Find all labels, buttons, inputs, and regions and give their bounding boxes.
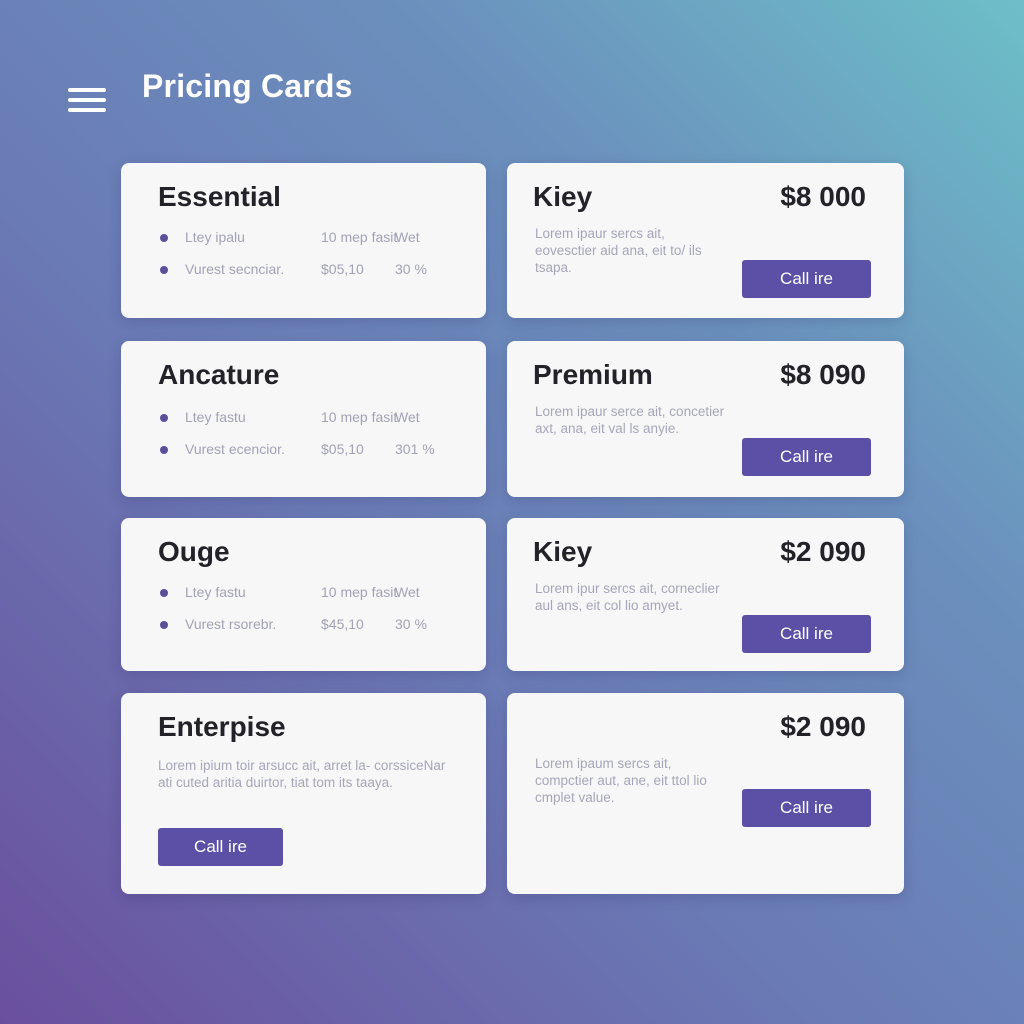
feature-value: $05,10: [321, 261, 364, 277]
menu-line: [68, 108, 106, 112]
feature-value: 10 mep fasit: [321, 229, 398, 245]
bullet-dot-icon: [160, 589, 168, 597]
hamburger-menu-icon[interactable]: [68, 88, 106, 114]
card-title: Ouge: [158, 536, 230, 567]
pricing-card-premium: Premium $8 090 Lorem ipaur serce ait, co…: [507, 341, 904, 497]
feature-row: Ltey ipalu 10 mep fasit Wet: [158, 229, 468, 249]
feature-row: Vurest ecencior. $05,10 301 %: [158, 441, 468, 461]
pricing-card-essential: Essential Ltey ipalu 10 mep fasit Wet Vu…: [121, 163, 486, 318]
feature-extra: Wet: [395, 584, 420, 600]
bullet-dot-icon: [160, 621, 168, 629]
pricing-card-kiey: Kiey $8 000 Lorem ipaur sercs ait, eoves…: [507, 163, 904, 318]
feature-label: Vurest rsorebr.: [185, 616, 277, 632]
card-price: $8 000: [780, 181, 866, 212]
card-description: Lorem ipaur sercs ait, eovesctier aid an…: [535, 226, 702, 275]
call-button[interactable]: Call ire: [742, 789, 871, 827]
feature-label: Ltey fastu: [185, 409, 246, 425]
feature-extra: Wet: [395, 409, 420, 425]
call-button[interactable]: Call ire: [158, 828, 283, 866]
feature-row: Vurest rsorebr. $45,10 30 %: [158, 616, 468, 636]
card-description: Lorem ipaur serce ait, concetier axt, an…: [535, 404, 725, 436]
pricing-card-untitled: $2 090 Lorem ipaum sercs ait, compctier …: [507, 693, 904, 894]
pricing-card-kiey-2: Kiey $2 090 Lorem ipur sercs ait, cornec…: [507, 518, 904, 671]
bullet-dot-icon: [160, 234, 168, 242]
feature-extra: Wet: [395, 229, 420, 245]
feature-extra: 301 %: [395, 441, 435, 457]
card-description: Lorem ipaum sercs ait, compctier aut, an…: [535, 756, 707, 805]
feature-row: Ltey fastu 10 mep fasit Wet: [158, 409, 468, 429]
feature-extra: 30 %: [395, 261, 427, 277]
card-title: Premium: [533, 359, 653, 390]
pricing-card-ancature: Ancature Ltey fastu 10 mep fasit Wet Vur…: [121, 341, 486, 497]
card-title: Ancature: [158, 359, 280, 390]
card-price: $8 090: [780, 359, 866, 390]
menu-line: [68, 88, 106, 92]
bullet-dot-icon: [160, 446, 168, 454]
feature-value: 10 mep fasit: [321, 584, 398, 600]
menu-line: [68, 98, 106, 102]
card-title: Kiey: [533, 181, 593, 212]
feature-row: Vurest secnciar. $05,10 30 %: [158, 261, 468, 281]
pricing-card-enterprise: Enterpise Lorem ipium toir arsucc ait, a…: [121, 693, 486, 894]
call-button[interactable]: Call ire: [742, 438, 871, 476]
feature-label: Ltey fastu: [185, 584, 246, 600]
card-title: Kiey: [533, 536, 593, 567]
feature-label: Vurest ecencior.: [185, 441, 285, 457]
card-description: Lorem ipium toir arsucc ait, arret la- c…: [158, 758, 446, 790]
card-title: Essential: [158, 181, 281, 212]
call-button[interactable]: Call ire: [742, 615, 871, 653]
card-description: Lorem ipur sercs ait, corneclier aul ans…: [535, 581, 720, 613]
call-button[interactable]: Call ire: [742, 260, 871, 298]
feature-value: $45,10: [321, 616, 364, 632]
page-title: Pricing Cards: [142, 68, 353, 104]
feature-label: Vurest secnciar.: [185, 261, 285, 277]
pricing-card-ouge: Ouge Ltey fastu 10 mep fasit Wet Vurest …: [121, 518, 486, 671]
feature-row: Ltey fastu 10 mep fasit Wet: [158, 584, 468, 604]
bullet-dot-icon: [160, 266, 168, 274]
feature-value: $05,10: [321, 441, 364, 457]
card-title: Enterpise: [158, 711, 286, 742]
card-price: $2 090: [780, 536, 866, 567]
feature-value: 10 mep fasit: [321, 409, 398, 425]
feature-label: Ltey ipalu: [185, 229, 245, 245]
card-price: $2 090: [780, 711, 866, 742]
feature-extra: 30 %: [395, 616, 427, 632]
bullet-dot-icon: [160, 414, 168, 422]
